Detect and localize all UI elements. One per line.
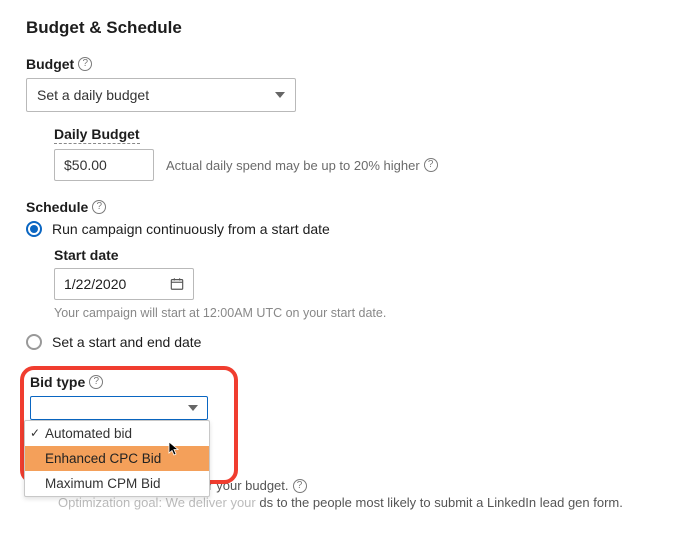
radio-button-icon (26, 334, 42, 350)
daily-budget-group: Daily Budget Actual daily spend may be u… (54, 112, 674, 181)
daily-budget-input[interactable] (54, 149, 154, 181)
bid-type-label: Bid type ? (30, 374, 670, 390)
bid-type-select[interactable] (30, 396, 208, 420)
start-date-group: Start date 1/22/2020 Your campaign will … (54, 247, 674, 320)
help-icon[interactable]: ? (293, 479, 307, 493)
radio-start-end-label: Set a start and end date (52, 334, 201, 350)
bid-type-dropdown: ✓ Automated bid Enhanced CPC Bid Maximum… (24, 420, 210, 497)
help-icon[interactable]: ? (89, 375, 103, 389)
bid-desc-line2a: Optimization goal: We deliver your (58, 495, 256, 510)
help-icon[interactable]: ? (92, 200, 106, 214)
bid-type-label-text: Bid type (30, 374, 85, 390)
check-icon: ✓ (30, 426, 40, 440)
schedule-section: Schedule ? Run campaign continuously fro… (26, 199, 674, 350)
start-date-value: 1/22/2020 (64, 276, 126, 292)
radio-start-end[interactable]: Set a start and end date (26, 334, 674, 350)
start-date-input[interactable]: 1/22/2020 (54, 268, 194, 300)
bid-option-enhanced-cpc[interactable]: Enhanced CPC Bid (25, 446, 209, 471)
daily-budget-hint: Actual daily spend may be up to 20% high… (166, 158, 438, 173)
calendar-icon (170, 277, 184, 291)
schedule-label: Schedule ? (26, 199, 674, 215)
budget-label-text: Budget (26, 56, 74, 72)
start-date-hint: Your campaign will start at 12:00AM UTC … (54, 306, 674, 320)
radio-button-icon (26, 221, 42, 237)
budget-label: Budget ? (26, 56, 674, 72)
help-icon[interactable]: ? (78, 57, 92, 71)
budget-section: Budget ? Set a daily budget Daily Budget… (26, 56, 674, 181)
help-icon[interactable]: ? (424, 158, 438, 172)
chevron-down-icon (275, 92, 285, 98)
start-date-label: Start date (54, 247, 674, 263)
page-title: Budget & Schedule (26, 18, 674, 38)
bid-option-max-cpm[interactable]: Maximum CPM Bid (25, 471, 209, 496)
schedule-label-text: Schedule (26, 199, 88, 215)
bid-type-section: Bid type ? ✓ Automated bid Enhanced CPC … (26, 368, 674, 516)
bid-desc-line2b: ds to the people most likely to submit a… (259, 495, 622, 510)
radio-continuous-label: Run campaign continuously from a start d… (52, 221, 330, 237)
budget-select-value: Set a daily budget (37, 87, 149, 103)
daily-budget-label: Daily Budget (54, 126, 140, 144)
bid-option-automated[interactable]: ✓ Automated bid (25, 421, 209, 446)
budget-type-select[interactable]: Set a daily budget (26, 78, 296, 112)
radio-continuous[interactable]: Run campaign continuously from a start d… (26, 221, 674, 237)
chevron-down-icon (188, 405, 198, 411)
